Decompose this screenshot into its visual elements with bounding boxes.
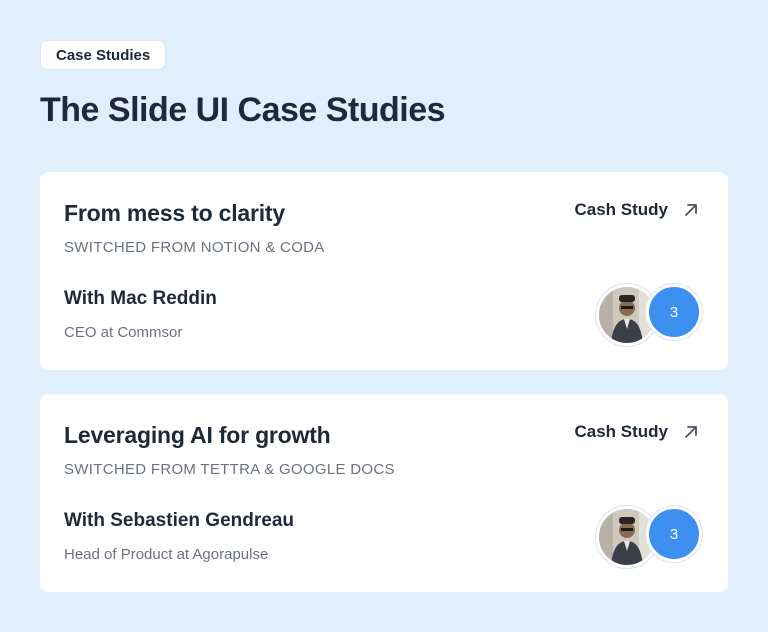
case-study-card[interactable]: From mess to clarity SWITCHED FROM NOTIO… xyxy=(40,172,728,370)
arrow-up-right-icon xyxy=(682,201,700,219)
person-name: With Sebastien Gendreau xyxy=(64,510,294,531)
card-subtitle: SWITCHED FROM TETTRA & GOOGLE DOCS xyxy=(64,461,395,478)
avatar-group: 3 xyxy=(596,284,704,346)
page-title: The Slide UI Case Studies xyxy=(40,91,446,129)
person-role: CEO at Commsor xyxy=(64,324,183,341)
case-study-card[interactable]: Leveraging AI for growth SWITCHED FROM T… xyxy=(40,394,728,592)
case-study-link[interactable]: Cash Study xyxy=(574,420,700,444)
case-study-link-label: Cash Study xyxy=(574,200,668,219)
person-role: Head of Product at Agorapulse xyxy=(64,546,269,563)
avatar-group: 3 xyxy=(596,506,704,568)
avatar-count-badge: 3 xyxy=(646,284,702,340)
arrow-up-right-icon xyxy=(682,423,700,441)
person-name: With Mac Reddin xyxy=(64,288,217,309)
avatar-count-badge: 3 xyxy=(646,506,702,562)
case-study-link[interactable]: Cash Study xyxy=(574,198,700,222)
card-title: Leveraging AI for growth xyxy=(64,422,331,448)
card-title: From mess to clarity xyxy=(64,200,285,226)
case-study-link-label: Cash Study xyxy=(574,422,668,441)
section-badge: Case Studies xyxy=(40,40,167,70)
card-subtitle: SWITCHED FROM NOTION & CODA xyxy=(64,239,325,256)
